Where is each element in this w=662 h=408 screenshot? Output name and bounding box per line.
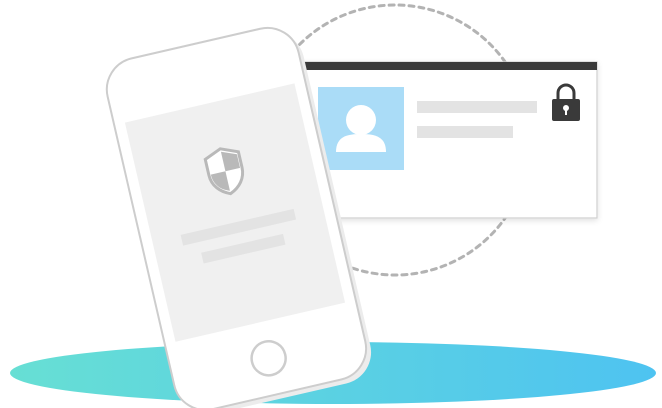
- security-illustration: [10, 3, 656, 408]
- user-avatar-icon: [318, 87, 404, 170]
- card-top-bar: [302, 62, 597, 70]
- card-text-line-2: [417, 126, 513, 138]
- id-card: [301, 61, 598, 219]
- card-text-line-1: [417, 101, 537, 113]
